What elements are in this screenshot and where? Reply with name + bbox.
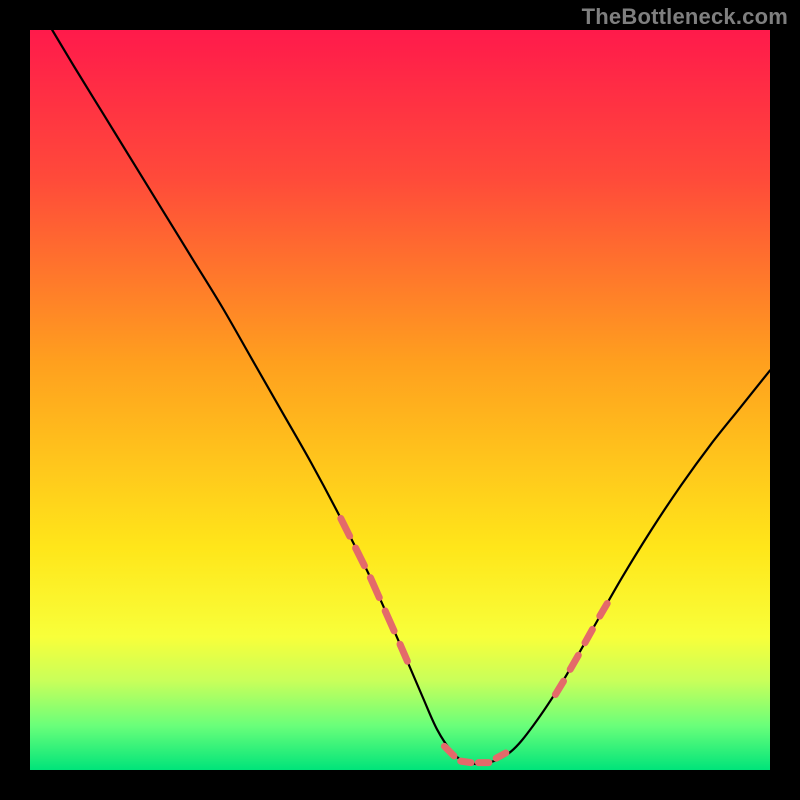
chart-frame: TheBottleneck.com <box>0 0 800 800</box>
chart-svg <box>0 0 800 800</box>
plot-background <box>30 30 770 770</box>
highlight-dash <box>496 753 506 758</box>
highlight-dash <box>461 761 471 762</box>
